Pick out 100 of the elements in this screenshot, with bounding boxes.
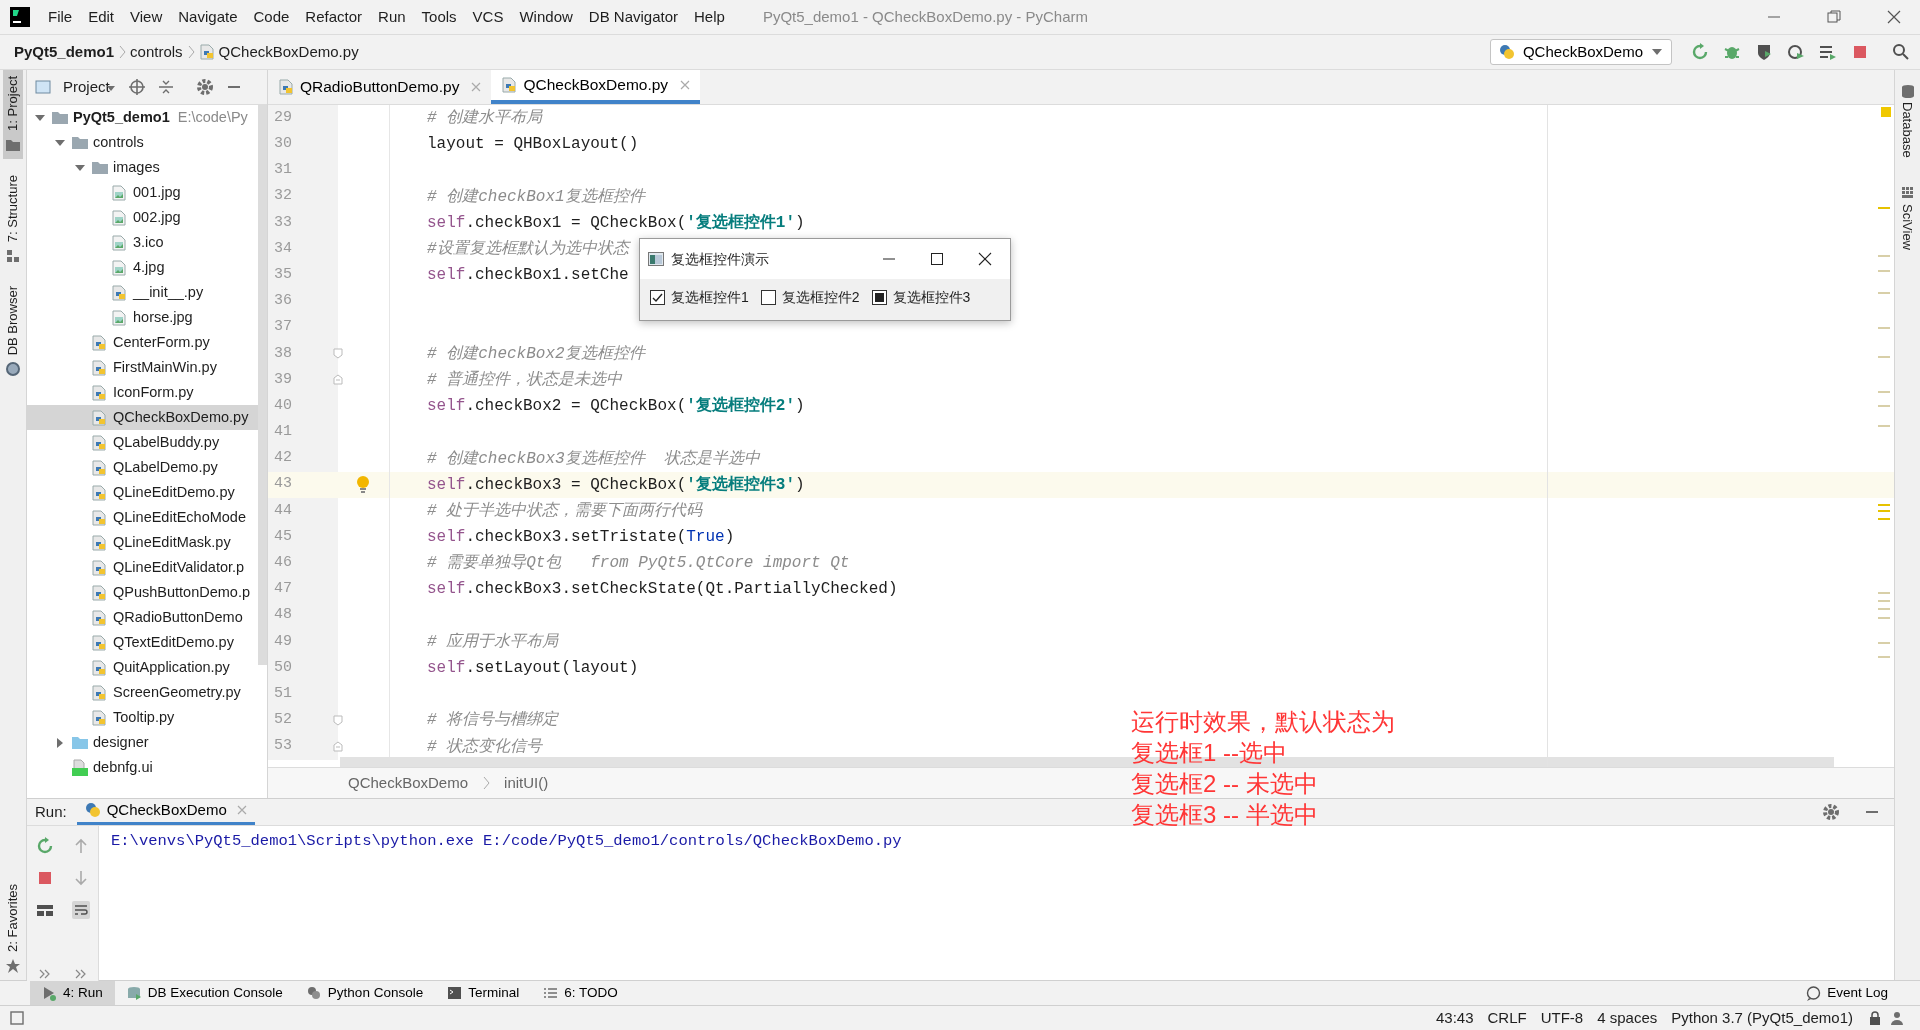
tree-item[interactable]: QTextEditDemo.py [27,630,258,655]
tree-item[interactable]: controls [27,130,258,155]
breadcrumb-item[interactable]: QCheckBoxDemo.py [218,40,359,64]
breadcrumb-item[interactable]: initUI() [504,771,549,795]
menu-item[interactable]: File [40,5,81,29]
status-item[interactable]: 43:43 [1428,1006,1481,1030]
tool-window-tab[interactable]: Terminal [435,981,532,1005]
tool-window-tab[interactable]: 6: TODO [531,981,630,1005]
tree-item[interactable]: IconForm.py [27,380,258,405]
tree-item[interactable]: PyQt5_demo1 E:\code\Py [27,105,258,130]
status-item[interactable]: Python 3.7 (PyQt5_demo1) [1664,1006,1860,1030]
tree-item[interactable]: images [27,155,258,180]
refresh-icon[interactable] [1691,43,1709,61]
checkbox[interactable] [760,290,776,305]
search-icon[interactable] [1892,43,1910,61]
grid-icon[interactable] [1900,185,1915,200]
tree-item[interactable]: designer [27,730,258,755]
menu-item[interactable]: VCS [464,5,512,29]
person-icon[interactable] [1890,1011,1904,1025]
fold-marker-icon[interactable] [333,741,343,753]
menu-item[interactable]: View [122,5,171,29]
tree-item[interactable]: 4.jpg [27,255,258,280]
tool-window-tab[interactable]: 4: Run [30,981,115,1005]
tree-item[interactable]: QCheckBoxDemo.py [27,405,258,430]
checkbox[interactable] [871,290,887,305]
gauge-icon[interactable] [1787,43,1805,61]
close-icon[interactable] [1886,9,1902,25]
tool-window-tab[interactable]: Python Console [294,981,436,1005]
tree-item[interactable]: QLineEditMask.py [27,530,258,555]
structure-icon[interactable] [5,248,21,265]
event-log-tab[interactable]: Event Log [1794,981,1900,1005]
database-icon[interactable] [1900,84,1915,98]
menu-item[interactable]: Navigate [170,5,246,29]
maximize-icon[interactable] [930,252,944,266]
menu-item[interactable]: Window [511,5,581,29]
tool-window-tab[interactable]: DB Execution Console [114,981,295,1005]
double-chevron-icon[interactable] [75,968,87,979]
shield-icon[interactable] [1755,43,1773,61]
fold-marker-icon[interactable] [333,374,343,386]
tool-window-tab[interactable]: DB Browser [3,280,23,362]
tree-item[interactable]: 3.ico [27,230,258,255]
editor-tab[interactable]: QRadioButtonDemo.py [268,70,492,104]
wrap-icon[interactable] [72,900,90,919]
tool-window-tab[interactable]: 2: Favorites [3,878,23,958]
run-configuration-dropdown[interactable]: QCheckBoxDemo [1489,39,1672,65]
tree-item[interactable]: 002.jpg [27,205,258,230]
settings-icon[interactable] [195,78,214,96]
menu-item[interactable]: Run [370,5,414,29]
lightbulb-icon[interactable] [356,474,370,495]
menu-item[interactable]: DB Navigator [580,5,686,29]
tool-window-tab[interactable]: 7: Structure [3,168,23,249]
close-icon[interactable] [978,252,992,266]
menu-item[interactable]: Refactor [297,5,371,29]
menu-item[interactable]: Tools [413,5,465,29]
star-icon[interactable] [5,958,21,974]
tree-item[interactable]: debnfg.ui [27,755,258,780]
tree-item[interactable]: QuitApplication.py [27,655,258,680]
status-item[interactable]: 4 spaces [1590,1006,1665,1030]
tree-item[interactable]: QRadioButtonDemo [27,605,258,630]
refresh-icon[interactable] [36,836,54,855]
crosshair-icon[interactable] [127,78,146,96]
frame-icon[interactable] [10,1011,24,1025]
tree-item[interactable]: __init__.py [27,280,258,305]
stop-icon[interactable] [1851,43,1869,61]
breadcrumb-item[interactable]: controls [130,40,183,64]
menu-item[interactable]: Edit [80,5,123,29]
settings-icon[interactable] [1822,802,1840,821]
menu-item[interactable]: Code [245,5,298,29]
magnifier-icon[interactable] [5,361,21,378]
tree-item[interactable]: CenterForm.py [27,330,258,355]
restore-icon[interactable] [1826,9,1842,25]
tree-item[interactable]: FirstMainWin.py [27,355,258,380]
tree-item[interactable]: horse.jpg [27,305,258,330]
collapse-icon[interactable] [157,79,174,95]
fold-marker-icon[interactable] [333,348,343,360]
tree-item[interactable]: QLabelBuddy.py [27,430,258,455]
tree-item[interactable]: Tooltip.py [27,705,258,730]
fold-marker-icon[interactable] [333,714,343,726]
status-item[interactable]: CRLF [1480,1006,1534,1030]
scrollbar[interactable] [258,105,267,665]
tree-item[interactable]: QLabelDemo.py [27,455,258,480]
list-run-icon[interactable] [1819,43,1837,61]
tree-item[interactable]: 001.jpg [27,180,258,205]
status-item[interactable]: UTF-8 [1533,1006,1591,1030]
line-number: 39 [268,366,338,394]
breadcrumb-item[interactable]: QCheckBoxDemo [348,771,469,795]
tree-item[interactable]: QLineEditDemo.py [27,480,258,505]
tool-window-tab[interactable]: Database [1897,98,1918,162]
tree-item[interactable]: QLineEditValidator.p [27,555,258,580]
menu-item[interactable]: Help [686,5,733,29]
double-chevron-icon[interactable] [39,968,51,979]
tree-item[interactable]: QPushButtonDemo.p [27,580,258,605]
tree-item[interactable]: QLineEditEchoMode [27,505,258,530]
editor-tab[interactable]: QCheckBoxDemo.py [491,70,701,104]
tool-window-tab[interactable]: SciView [1897,199,1918,254]
panel-title-dropdown[interactable]: Project [63,75,116,99]
tree-item[interactable]: ScreenGeometry.py [27,680,258,705]
checkbox[interactable] [650,290,665,305]
breadcrumb-item[interactable]: PyQt5_demo1 [14,40,115,64]
lock-icon[interactable] [1868,1011,1882,1025]
